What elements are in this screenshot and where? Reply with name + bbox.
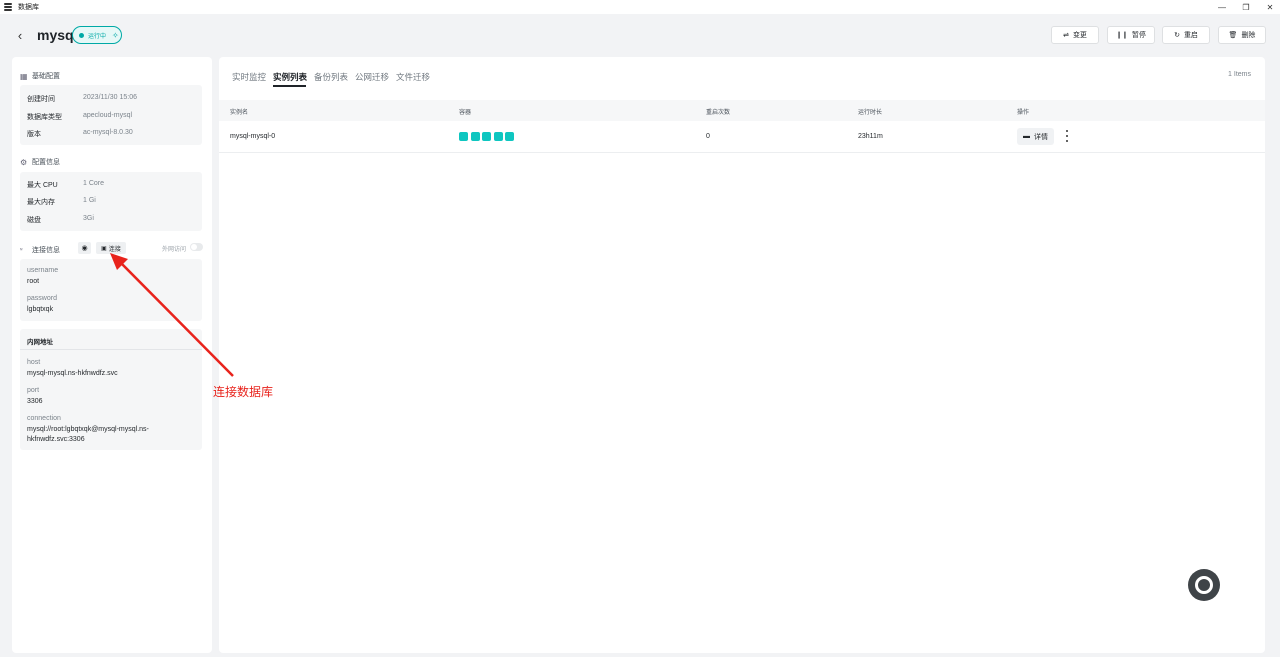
annotation-text: 连接数据库 <box>213 385 274 399</box>
floating-assistant-button[interactable] <box>1188 569 1220 601</box>
ring-icon <box>1195 576 1213 594</box>
annotation-arrow <box>110 253 234 377</box>
